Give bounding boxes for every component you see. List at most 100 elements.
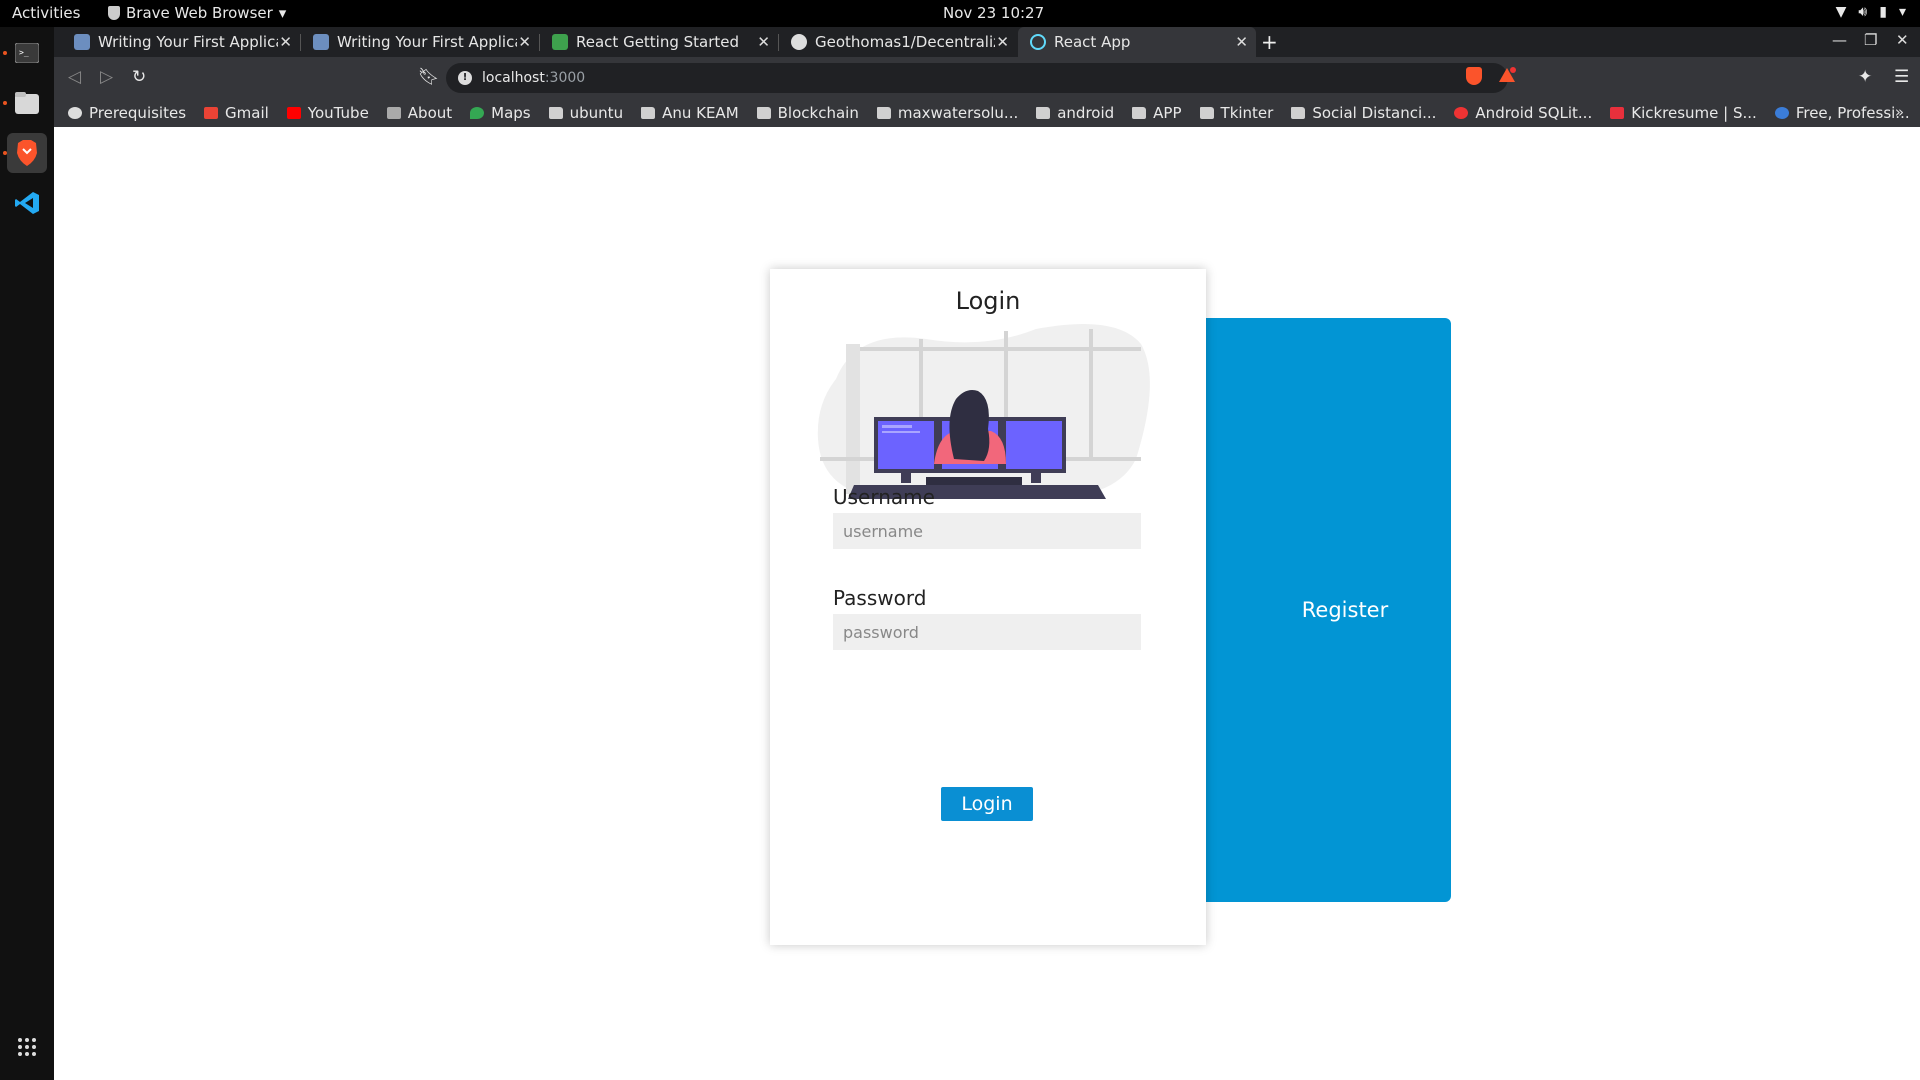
system-tray[interactable]: ▼ 🔊︎ ▮ ▾ [1836,4,1906,20]
reload-icon[interactable]: ↻ [132,67,146,87]
close-tab-icon[interactable]: ✕ [1235,33,1248,51]
maps-icon [470,107,485,119]
tab-react-app[interactable]: React App ✕ [1018,27,1256,57]
register-label: Register [1301,598,1389,622]
folder-icon [548,107,563,119]
bookmark-label: Tkinter [1220,104,1274,122]
bookmark-label: maxwatersolu... [897,104,1019,122]
bookmark-tkinter[interactable]: Tkinter [1199,104,1274,122]
site-info-icon[interactable]: ! [458,71,472,85]
github-favicon-icon [791,34,807,50]
folder-icon [641,107,656,119]
bookmark-label: APP [1153,104,1182,122]
bookmark-ubuntu[interactable]: ubuntu [548,104,624,122]
bookmark-about[interactable]: About [386,104,453,122]
bookmark-social-distancing[interactable]: Social Distanci... [1291,104,1436,122]
dock: >_ [0,27,54,1080]
app-menu[interactable]: Brave Web Browser ▾ [108,4,286,22]
extensions-puzzle-icon[interactable]: ✦ [1858,67,1872,87]
register-panel[interactable]: Register [1199,318,1451,902]
password-label: Password [833,586,927,610]
bookmark-prerequisites[interactable]: Prerequisites [68,104,186,122]
brave-rewards-icon[interactable] [1498,67,1516,83]
bookmark-label: Social Distanci... [1312,104,1437,122]
doc-favicon-icon [74,34,90,50]
app-menu-label: Brave Web Browser [126,4,273,22]
tab-title: React App [1054,33,1131,51]
folder-icon [756,107,771,119]
bookmark-youtube[interactable]: YouTube [286,104,369,122]
tab-title: Writing Your First Applicat [98,33,278,51]
tab-strip: Writing Your First Applicat ✕ Writing Yo… [54,27,1920,57]
close-tab-icon[interactable]: ✕ [757,33,770,51]
bookmark-label: About [407,104,453,122]
address-bar[interactable]: ! localhost:3000 [446,63,1508,93]
globe-icon [68,107,82,119]
tab-writing-first-app-2[interactable]: Writing Your First Applicat ✕ [301,27,539,57]
bookmark-gmail[interactable]: Gmail [204,104,269,122]
close-tab-icon[interactable]: ✕ [518,33,531,51]
bookmark-label: Gmail [225,104,269,122]
youtube-icon [286,107,301,119]
caret-down-icon: ▾ [278,4,287,22]
login-title: Login [955,287,1021,315]
clock[interactable]: Nov 23 10:27 [943,4,1044,22]
tray-caret-icon: ▾ [1898,4,1906,20]
codesandbox-favicon-icon [552,34,568,50]
tab-github-repo[interactable]: Geothomas1/Decentralize ✕ [779,27,1017,57]
tab-title: Writing Your First Applicat [337,33,517,51]
brave-app-icon[interactable] [7,133,47,173]
activities-button[interactable]: Activities [12,4,80,22]
browser-toolbar: ◁ ▷ ↻ 🔖︎ ! localhost:3000 ✦ ☰ [54,57,1920,99]
bookmark-label: ubuntu [569,104,624,122]
bookmark-page-icon[interactable]: 🔖︎ [418,67,440,87]
bookmark-kickresume[interactable]: Kickresume | S... [1610,104,1757,122]
tab-react-getting-started[interactable]: React Getting Started ✕ [540,27,778,57]
site-icon [1454,107,1469,119]
bookmark-label: Free, Professi... [1795,104,1910,122]
restore-window-icon[interactable]: ❐ [1864,31,1877,49]
volume-icon: 🔊︎ [1858,4,1868,20]
bookmark-label: android [1057,104,1115,122]
vscode-app-icon[interactable] [7,183,47,223]
show-apps-grid-icon[interactable] [7,1027,47,1067]
bookmark-maxwatersolu[interactable]: maxwatersolu... [876,104,1019,122]
svg-text:>_: >_ [19,48,29,57]
url-port: :3000 [544,70,586,86]
login-button[interactable]: Login [941,787,1033,821]
bookmark-free-professional[interactable]: Free, Professi... [1774,104,1910,122]
bookmark-app[interactable]: APP [1132,104,1182,122]
bookmark-blockchain[interactable]: Blockchain [756,104,859,122]
forward-arrow-icon[interactable]: ▷ [100,67,113,87]
minimize-window-icon[interactable]: — [1832,31,1847,49]
tab-title: Geothomas1/Decentralize [815,33,995,51]
close-tab-icon[interactable]: ✕ [279,33,292,51]
tab-title: React Getting Started [576,33,740,51]
close-tab-icon[interactable]: ✕ [996,33,1009,51]
gmail-icon [204,107,219,119]
folder-icon [876,107,891,119]
bookmark-label: Prerequisites [89,104,187,122]
bookmark-android-sqlite[interactable]: Android SQLit... [1454,104,1592,122]
brave-shields-icon[interactable] [1466,67,1482,85]
more-bookmarks-chevron-icon[interactable]: » [1895,103,1904,121]
back-arrow-icon[interactable]: ◁ [68,67,81,87]
terminal-app-icon[interactable]: >_ [7,33,47,73]
close-window-icon[interactable]: ✕ [1896,31,1909,49]
about-icon [386,107,401,119]
password-input[interactable] [833,614,1141,650]
files-app-icon[interactable] [7,83,47,123]
bookmark-label: Blockchain [777,104,859,122]
username-input[interactable] [833,513,1141,549]
bookmark-maps[interactable]: Maps [470,104,531,122]
doc-favicon-icon [313,34,329,50]
kickresume-icon [1610,107,1625,119]
menu-hamburger-icon[interactable]: ☰ [1894,67,1909,87]
system-top-bar: Activities Brave Web Browser ▾ Nov 23 10… [0,0,1920,27]
tab-writing-first-app-1[interactable]: Writing Your First Applicat ✕ [62,27,300,57]
new-tab-plus-icon[interactable]: + [1261,30,1278,54]
react-favicon-icon [1030,34,1046,50]
bookmark-anu-keam[interactable]: Anu KEAM [641,104,739,122]
bookmark-android[interactable]: android [1036,104,1114,122]
url-host: localhost [482,70,545,86]
